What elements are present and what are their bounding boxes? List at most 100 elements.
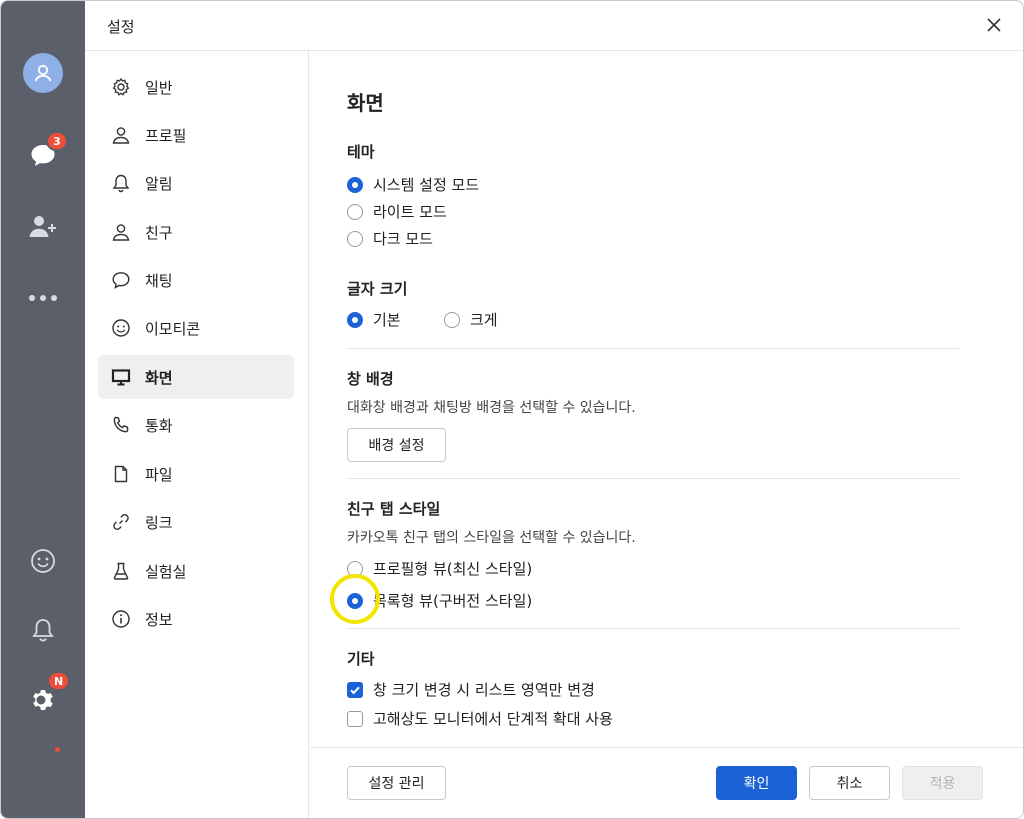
- rail-chat-button[interactable]: 3: [1, 131, 85, 173]
- nav-item-file[interactable]: 파일: [98, 452, 294, 496]
- nav-item-info[interactable]: 정보: [98, 597, 294, 641]
- bell-icon: [110, 172, 132, 194]
- person-icon: [110, 124, 132, 146]
- nav-item-label: 통화: [145, 416, 173, 435]
- friend-tab-description: 카카오톡 친구 탭의 스타일을 선택할 수 있습니다.: [347, 530, 636, 546]
- radio-button[interactable]: [347, 230, 363, 247]
- nav-item-label: 친구: [145, 223, 173, 242]
- display-settings-panel: 화면 테마 시스템 설정 모드 라이트 모드 다크 모드 글자 크기 기본 크게…: [310, 51, 1023, 747]
- theme-section-title: 테마: [347, 143, 375, 161]
- gear-icon: [33, 690, 53, 710]
- friend-tab-option-list-view[interactable]: 목록형 뷰(구버전 스타일): [347, 590, 532, 611]
- close-icon: [987, 18, 1001, 32]
- left-rail: 3 N: [1, 1, 85, 818]
- checkbox-hidpi-scaling[interactable]: 고해상도 모니터에서 단계적 확대 사용: [347, 708, 613, 729]
- link-icon: [110, 511, 132, 533]
- font-size-option-large[interactable]: 크게: [444, 309, 498, 330]
- option-label: 프로필형 뷰(최신 스타일): [373, 560, 533, 578]
- bell-icon: [32, 619, 54, 642]
- checkbox[interactable]: [347, 710, 363, 727]
- nav-item-label: 채팅: [145, 271, 173, 290]
- apply-button[interactable]: 적용: [902, 766, 983, 800]
- page-title: 화면: [347, 91, 384, 115]
- option-label: 목록형 뷰(구버전 스타일): [373, 592, 533, 610]
- nav-item-friends[interactable]: 친구: [98, 210, 294, 254]
- manage-settings-button[interactable]: 설정 관리: [347, 766, 446, 800]
- cancel-button[interactable]: 취소: [809, 766, 890, 800]
- nav-item-chat[interactable]: 채팅: [98, 258, 294, 302]
- font-size-option-default[interactable]: 기본: [347, 309, 401, 330]
- checkbox[interactable]: [347, 681, 363, 698]
- radio-button[interactable]: [444, 311, 460, 328]
- nav-item-lab[interactable]: 실험실: [98, 549, 294, 593]
- close-button[interactable]: [983, 14, 1005, 36]
- rail-add-friend-button[interactable]: [1, 211, 85, 241]
- monitor-icon: [110, 366, 132, 388]
- settings-nav: 일반 프로필 알림 친구 채팅 이모티콘 화면 통화 파일 링크 실험실 정보: [85, 51, 309, 818]
- nav-item-profile[interactable]: 프로필: [98, 113, 294, 157]
- person-icon: [34, 64, 52, 82]
- update-dot: [55, 747, 60, 752]
- phone-icon: [110, 414, 132, 436]
- settings-badge: N: [47, 671, 71, 691]
- etc-section-title: 기타: [347, 650, 375, 668]
- title-bar: 설정: [85, 1, 1023, 51]
- option-label: 라이트 모드: [373, 203, 447, 221]
- checkbox-list-area-only[interactable]: 창 크기 변경 시 리스트 영역만 변경: [347, 679, 595, 700]
- confirm-button[interactable]: 확인: [716, 766, 797, 800]
- option-label: 기본: [373, 311, 401, 329]
- option-label: 다크 모드: [373, 230, 433, 248]
- rail-emoticon-button[interactable]: [1, 546, 85, 576]
- nav-item-label: 프로필: [145, 126, 187, 145]
- checkmark-icon: [350, 686, 360, 694]
- nav-item-general[interactable]: 일반: [98, 65, 294, 109]
- footer-bar: 설정 관리 확인 취소 적용: [310, 747, 1023, 818]
- background-settings-button[interactable]: 배경 설정: [347, 428, 446, 462]
- gear-icon: [110, 76, 132, 98]
- radio-button[interactable]: [347, 592, 363, 609]
- nav-item-label: 정보: [145, 610, 173, 629]
- divider: [347, 478, 959, 479]
- theme-option-system[interactable]: 시스템 설정 모드: [347, 174, 479, 195]
- divider: [347, 348, 959, 349]
- nav-item-label: 화면: [145, 368, 173, 387]
- theme-option-light[interactable]: 라이트 모드: [347, 201, 447, 222]
- background-description: 대화창 배경과 채팅방 배경을 선택할 수 있습니다.: [347, 400, 636, 416]
- flask-icon: [110, 560, 132, 582]
- nav-item-call[interactable]: 통화: [98, 403, 294, 447]
- theme-option-dark[interactable]: 다크 모드: [347, 228, 433, 249]
- nav-item-label: 알림: [145, 174, 173, 193]
- more-dots-icon: [29, 295, 57, 301]
- nav-item-label: 이모티콘: [145, 319, 201, 338]
- rail-notification-button[interactable]: [1, 615, 85, 645]
- avatar: [23, 53, 63, 93]
- window-title: 설정: [107, 18, 135, 36]
- profile-avatar[interactable]: [1, 53, 85, 93]
- nav-item-notifications[interactable]: 알림: [98, 161, 294, 205]
- friend-tab-option-profile-view[interactable]: 프로필형 뷰(최신 스타일): [347, 558, 532, 579]
- radio-button[interactable]: [347, 311, 363, 328]
- rail-more-button[interactable]: [1, 286, 85, 310]
- info-icon: [110, 608, 132, 630]
- nav-item-label: 링크: [145, 513, 173, 532]
- option-label: 크게: [470, 311, 498, 329]
- nav-item-emoticon[interactable]: 이모티콘: [98, 306, 294, 350]
- file-icon: [110, 463, 132, 485]
- font-size-section-title: 글자 크기: [347, 280, 408, 298]
- nav-item-link[interactable]: 링크: [98, 500, 294, 544]
- smiley-icon: [31, 549, 55, 573]
- nav-item-label: 파일: [145, 465, 173, 484]
- settings-window: 3 N 설정 일반 프로필 알림 친구 채팅 이모티콘 화면 통화 파일 링크 …: [0, 0, 1024, 819]
- chat-badge: 3: [46, 131, 68, 151]
- rail-settings-button[interactable]: N: [1, 671, 85, 715]
- divider: [347, 628, 959, 629]
- nav-item-label: 일반: [145, 78, 173, 97]
- add-friend-icon: [29, 216, 56, 237]
- speech-bubble-icon: [110, 269, 132, 291]
- radio-button[interactable]: [347, 560, 363, 577]
- background-section-title: 창 배경: [347, 370, 394, 388]
- radio-button[interactable]: [347, 176, 363, 193]
- checkbox-label: 고해상도 모니터에서 단계적 확대 사용: [373, 710, 613, 728]
- radio-button[interactable]: [347, 203, 363, 220]
- nav-item-display[interactable]: 화면: [98, 355, 294, 399]
